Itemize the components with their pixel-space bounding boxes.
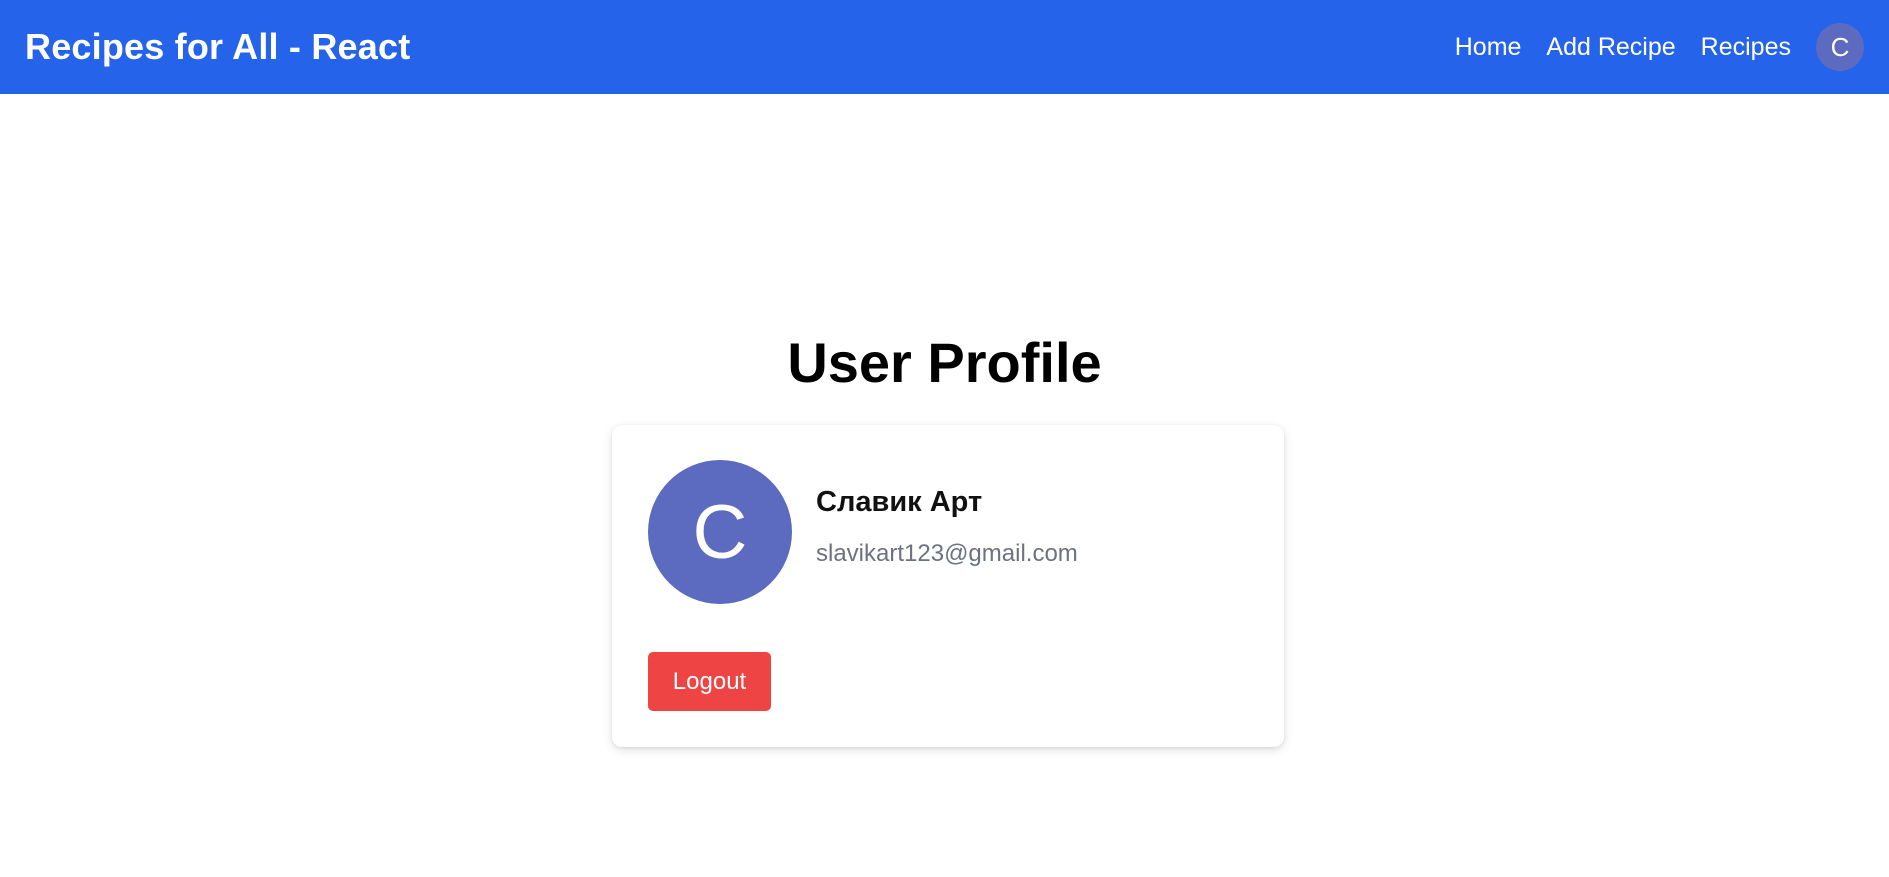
page-title: User Profile [787, 331, 1102, 394]
brand-title[interactable]: Recipes for All - React [25, 26, 410, 68]
profile-avatar: C [648, 460, 792, 604]
nav-link-recipes[interactable]: Recipes [1701, 33, 1791, 62]
nav-user-avatar[interactable]: C [1816, 23, 1864, 71]
nav-link-add-recipe[interactable]: Add Recipe [1546, 33, 1675, 62]
user-email: slavikart123@gmail.com [816, 540, 1078, 567]
profile-card: C Славик Арт slavikart123@gmail.com Logo… [612, 425, 1284, 747]
top-navbar: Recipes for All - React Home Add Recipe … [0, 0, 1889, 94]
nav-link-home[interactable]: Home [1455, 33, 1522, 62]
logout-button[interactable]: Logout [648, 652, 771, 711]
nav-menu: Home Add Recipe Recipes C [1430, 23, 1864, 71]
user-name: Славик Арт [816, 486, 983, 518]
